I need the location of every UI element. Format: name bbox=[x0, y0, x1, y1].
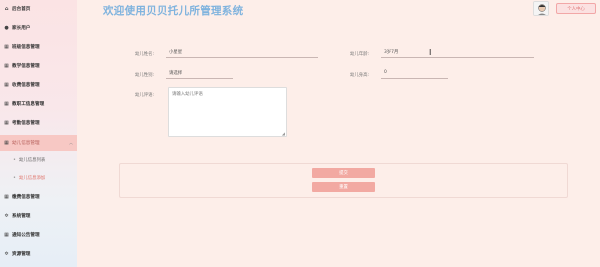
grid-icon: ▦ bbox=[4, 193, 9, 200]
comment-textarea[interactable]: 请输入幼儿评语 ◢ bbox=[168, 87, 287, 137]
sidebar-item-payments[interactable]: ▦ 缴费信息管理 bbox=[0, 189, 77, 205]
grid-icon: ▦ bbox=[4, 119, 9, 126]
sidebar-subitem-label: 幼儿信息列表 bbox=[18, 158, 46, 163]
avatar[interactable] bbox=[533, 1, 549, 16]
sidebar-item-label: 教学信息管理 bbox=[12, 64, 40, 69]
comment-label: 幼儿评语: bbox=[135, 93, 155, 98]
bullet-icon: • bbox=[13, 157, 16, 163]
name-label: 幼儿姓名: bbox=[135, 52, 155, 57]
sidebar-item-label: 通知公告管理 bbox=[12, 233, 40, 238]
bullet-icon: • bbox=[13, 175, 16, 181]
age-label: 幼儿年龄: bbox=[350, 52, 370, 57]
grid-icon: ▦ bbox=[4, 62, 9, 69]
sidebar-item-label: 教职工信息管理 bbox=[12, 102, 45, 107]
sidebar-item-label: 系统管理 bbox=[12, 214, 31, 219]
sidebar-subitem-child-list[interactable]: • 幼儿信息列表 bbox=[0, 154, 77, 166]
sidebar-item-label: 收费信息管理 bbox=[12, 83, 40, 88]
sidebar-item-home[interactable]: ⌂ 后台首页 bbox=[0, 1, 77, 17]
sidebar-item-label: 家长用户 bbox=[12, 26, 31, 31]
sidebar-item-teaching[interactable]: ▦ 教学信息管理 bbox=[0, 58, 77, 74]
resize-handle-icon[interactable]: ◢ bbox=[282, 131, 285, 136]
sidebar-item-children[interactable]: ▦ 幼儿信息管理 ︿ bbox=[0, 135, 77, 151]
sidebar-item-resources[interactable]: ✲ 资源管理 bbox=[0, 246, 77, 262]
sidebar-item-classes[interactable]: ▦ 班级信息管理 bbox=[0, 39, 77, 55]
sidebar: ⌂ 后台首页 ● 家长用户 ▦ 班级信息管理 ▦ 教学信息管理 ▦ 收费信息管理… bbox=[0, 0, 77, 267]
age-field[interactable]: 3岁7月 bbox=[381, 46, 534, 58]
sidebar-item-parents[interactable]: ● 家长用户 bbox=[0, 20, 77, 36]
home-icon: ⌂ bbox=[4, 5, 9, 12]
name-field[interactable]: 小星星 bbox=[166, 46, 318, 58]
reset-button[interactable]: 重置 bbox=[312, 182, 375, 192]
submit-button[interactable]: 提交 bbox=[312, 168, 375, 178]
page-title: 欢迎使用贝贝托儿所管理系统 bbox=[103, 5, 244, 17]
gear-icon: ✲ bbox=[4, 250, 9, 257]
sidebar-subitem-label: 幼儿信息添加 bbox=[18, 176, 46, 181]
user-icon: ● bbox=[4, 24, 9, 31]
sidebar-item-label: 考勤信息管理 bbox=[12, 121, 40, 126]
height-label: 幼儿身高: bbox=[350, 73, 370, 78]
sidebar-item-fees[interactable]: ▦ 收费信息管理 bbox=[0, 77, 77, 93]
sidebar-subitem-child-add[interactable]: • 幼儿信息添加 bbox=[0, 172, 77, 184]
gender-select[interactable]: 请选择 bbox=[166, 67, 233, 79]
grid-icon: ▦ bbox=[4, 43, 9, 50]
grid-icon: ▦ bbox=[4, 231, 9, 238]
sidebar-item-label: 幼儿信息管理 bbox=[12, 141, 40, 146]
sidebar-item-system[interactable]: ✲ 系统管理 bbox=[0, 208, 77, 224]
sidebar-item-notices[interactable]: ▦ 通知公告管理 bbox=[0, 227, 77, 243]
grid-icon: ▦ bbox=[4, 100, 9, 107]
text-cursor-icon: I bbox=[429, 48, 432, 57]
comment-placeholder: 请输入幼儿评语 bbox=[172, 92, 203, 97]
profile-button[interactable]: 个人中心 bbox=[556, 3, 596, 14]
sidebar-item-staff[interactable]: ▦ 教职工信息管理 bbox=[0, 96, 77, 112]
gear-icon: ✲ bbox=[4, 212, 9, 219]
grid-icon: ▦ bbox=[4, 139, 9, 146]
sidebar-item-label: 后台首页 bbox=[12, 7, 31, 12]
sidebar-item-attendance[interactable]: ▦ 考勤信息管理 bbox=[0, 115, 77, 131]
sidebar-item-label: 班级信息管理 bbox=[12, 45, 40, 50]
avatar-icon bbox=[534, 2, 548, 15]
sidebar-item-label: 资源管理 bbox=[12, 252, 31, 257]
height-field[interactable]: 0 bbox=[381, 67, 448, 79]
chevron-up-icon: ︿ bbox=[69, 140, 73, 145]
grid-icon: ▦ bbox=[4, 81, 9, 88]
gender-label: 幼儿性别: bbox=[135, 73, 155, 78]
sidebar-item-label: 缴费信息管理 bbox=[12, 195, 40, 200]
